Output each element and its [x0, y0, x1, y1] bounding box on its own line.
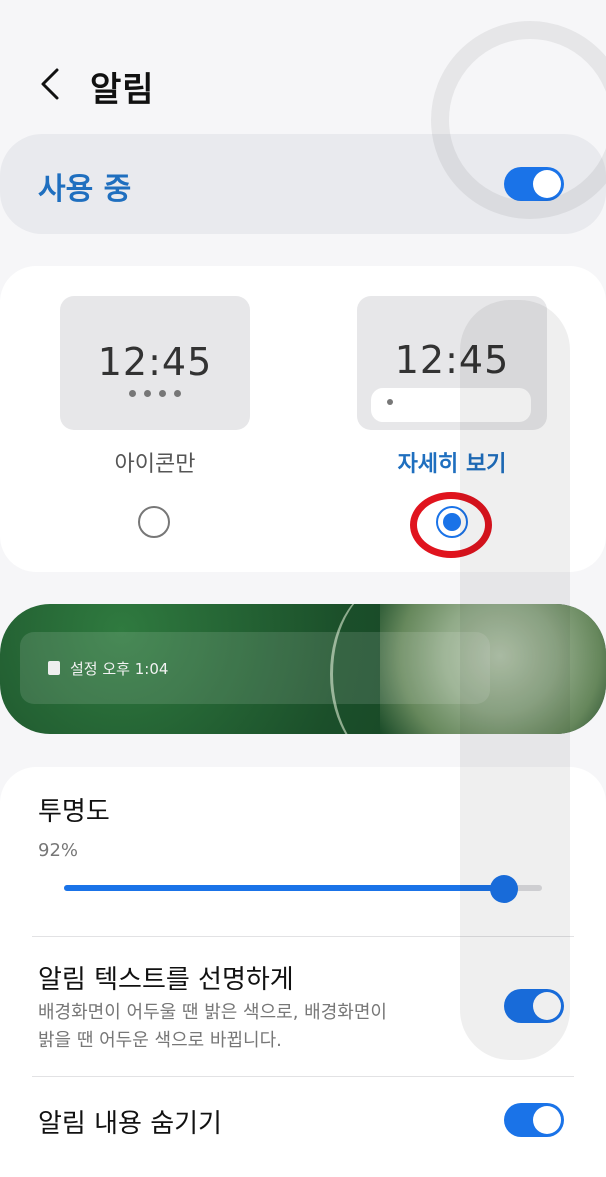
divider — [32, 1076, 574, 1077]
lock-screen-preview: 설정 오후 1:04 — [0, 604, 606, 734]
transparency-slider[interactable] — [64, 875, 542, 903]
slider-fill — [64, 885, 504, 891]
detailed-preview[interactable]: 12:45 — [357, 296, 547, 430]
clear-text-desc-1: 배경화면이 어두울 땐 밝은 색으로, 배경화면이 — [38, 1002, 387, 1023]
clear-text-title: 알림 텍스트를 선명하게 — [38, 965, 294, 995]
chevron-left-icon — [41, 68, 59, 100]
lock-notification-pill: 설정 오후 1:04 — [20, 632, 490, 704]
notification-style-card: 12:45 아이콘만 12:45 자세히 보기 — [0, 266, 606, 572]
icon-only-preview[interactable]: 12:45 — [60, 296, 250, 430]
slider-thumb[interactable] — [489, 875, 518, 903]
clear-text-toggle[interactable] — [504, 989, 564, 1023]
toggle-knob — [533, 170, 561, 198]
preview-clock: 12:45 — [97, 340, 213, 384]
preview-clock: 12:45 — [394, 338, 510, 382]
transparency-title: 투명도 — [38, 797, 110, 827]
transparency-value: 92% — [38, 840, 79, 861]
detailed-label: 자세히 보기 — [397, 452, 507, 477]
clear-text-desc-2: 밝을 땐 어두운 색으로 바뀝니다. — [38, 1030, 282, 1051]
icon-dots — [60, 390, 250, 397]
toggle-knob — [533, 1106, 561, 1134]
page-title: 알림 — [90, 70, 155, 110]
master-switch-row[interactable]: 사용 중 — [0, 134, 606, 234]
master-toggle[interactable] — [504, 167, 564, 201]
radio-dot — [443, 513, 461, 531]
toggle-knob — [533, 992, 561, 1020]
divider — [32, 936, 574, 937]
preview-notification-bar — [371, 388, 531, 422]
back-button[interactable] — [30, 60, 70, 108]
icon-only-radio[interactable] — [138, 506, 170, 538]
master-switch-label: 사용 중 — [38, 172, 132, 207]
icon-only-label: 아이콘만 — [114, 452, 196, 477]
settings-app-icon — [48, 661, 60, 675]
header: 알림 — [0, 48, 606, 120]
settings-card: 투명도 92% 알림 텍스트를 선명하게 배경화면이 어두울 땐 밝은 색으로,… — [0, 767, 606, 1177]
lock-notification-text: 설정 오후 1:04 — [70, 660, 169, 678]
hide-content-title: 알림 내용 숨기기 — [38, 1109, 222, 1139]
hide-content-toggle[interactable] — [504, 1103, 564, 1137]
detailed-radio[interactable] — [436, 506, 468, 538]
